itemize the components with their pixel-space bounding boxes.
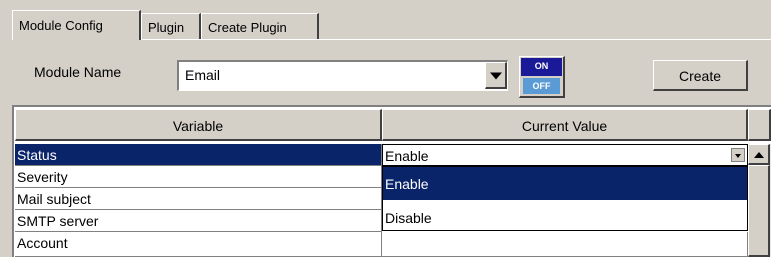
scroll-thumb[interactable] (748, 165, 770, 257)
on-off-toggle[interactable]: ON OFF (519, 56, 565, 98)
module-name-select[interactable]: Email (177, 60, 508, 91)
toggle-off-label: OFF (523, 78, 560, 94)
cell-variable: Severity (17, 169, 68, 185)
tab-module-config[interactable]: Module Config (12, 10, 141, 40)
column-header-label: Variable (172, 118, 224, 134)
table-row-severity[interactable]: Severity (15, 166, 382, 188)
cell-variable: Account (17, 235, 68, 251)
column-header-current-value[interactable]: Current Value (382, 109, 748, 141)
table-row-mail-subject[interactable]: Mail subject (15, 188, 382, 210)
tab-label: Plugin (148, 20, 185, 35)
table-row-smtp-server[interactable]: SMTP server (15, 210, 382, 232)
module-dropdown-button[interactable] (485, 62, 507, 89)
table-row-status[interactable]: Status (15, 144, 382, 166)
chevron-down-icon (489, 72, 502, 80)
create-button-label: Create (678, 68, 722, 84)
chevron-down-icon[interactable] (731, 148, 745, 162)
cell-variable: SMTP server (17, 213, 99, 229)
status-dropdown-list: Enable Disable (382, 166, 748, 231)
option-label: Enable (385, 176, 429, 192)
cell-variable: Status (17, 147, 57, 163)
option-label: Disable (385, 210, 432, 226)
column-header-variable[interactable]: Variable (15, 109, 382, 141)
tab-plugin[interactable]: Plugin (141, 13, 201, 39)
module-name-label: Module Name (34, 64, 122, 80)
tab-label: Create Plugin (208, 20, 287, 35)
cell-value: Enable (385, 148, 429, 164)
column-header-label: Current Value (521, 118, 608, 134)
cell-value-empty[interactable] (382, 232, 748, 257)
status-value-combo[interactable]: Enable (382, 144, 748, 166)
chevron-up-icon (754, 152, 764, 158)
tab-label: Module Config (19, 18, 103, 33)
module-name-value: Email (185, 67, 221, 83)
column-header-filler (748, 109, 771, 141)
table-row-account[interactable]: Account (15, 232, 382, 257)
cell-variable: Mail subject (17, 191, 91, 207)
create-button[interactable]: Create (653, 60, 748, 91)
vertical-scrollbar[interactable] (748, 144, 771, 257)
toggle-on-label: ON (521, 58, 562, 76)
dropdown-option-disable[interactable]: Disable (383, 200, 747, 231)
dropdown-option-enable[interactable]: Enable (383, 167, 747, 200)
scroll-up-button[interactable] (748, 144, 770, 165)
tab-create-plugin[interactable]: Create Plugin (201, 13, 319, 39)
